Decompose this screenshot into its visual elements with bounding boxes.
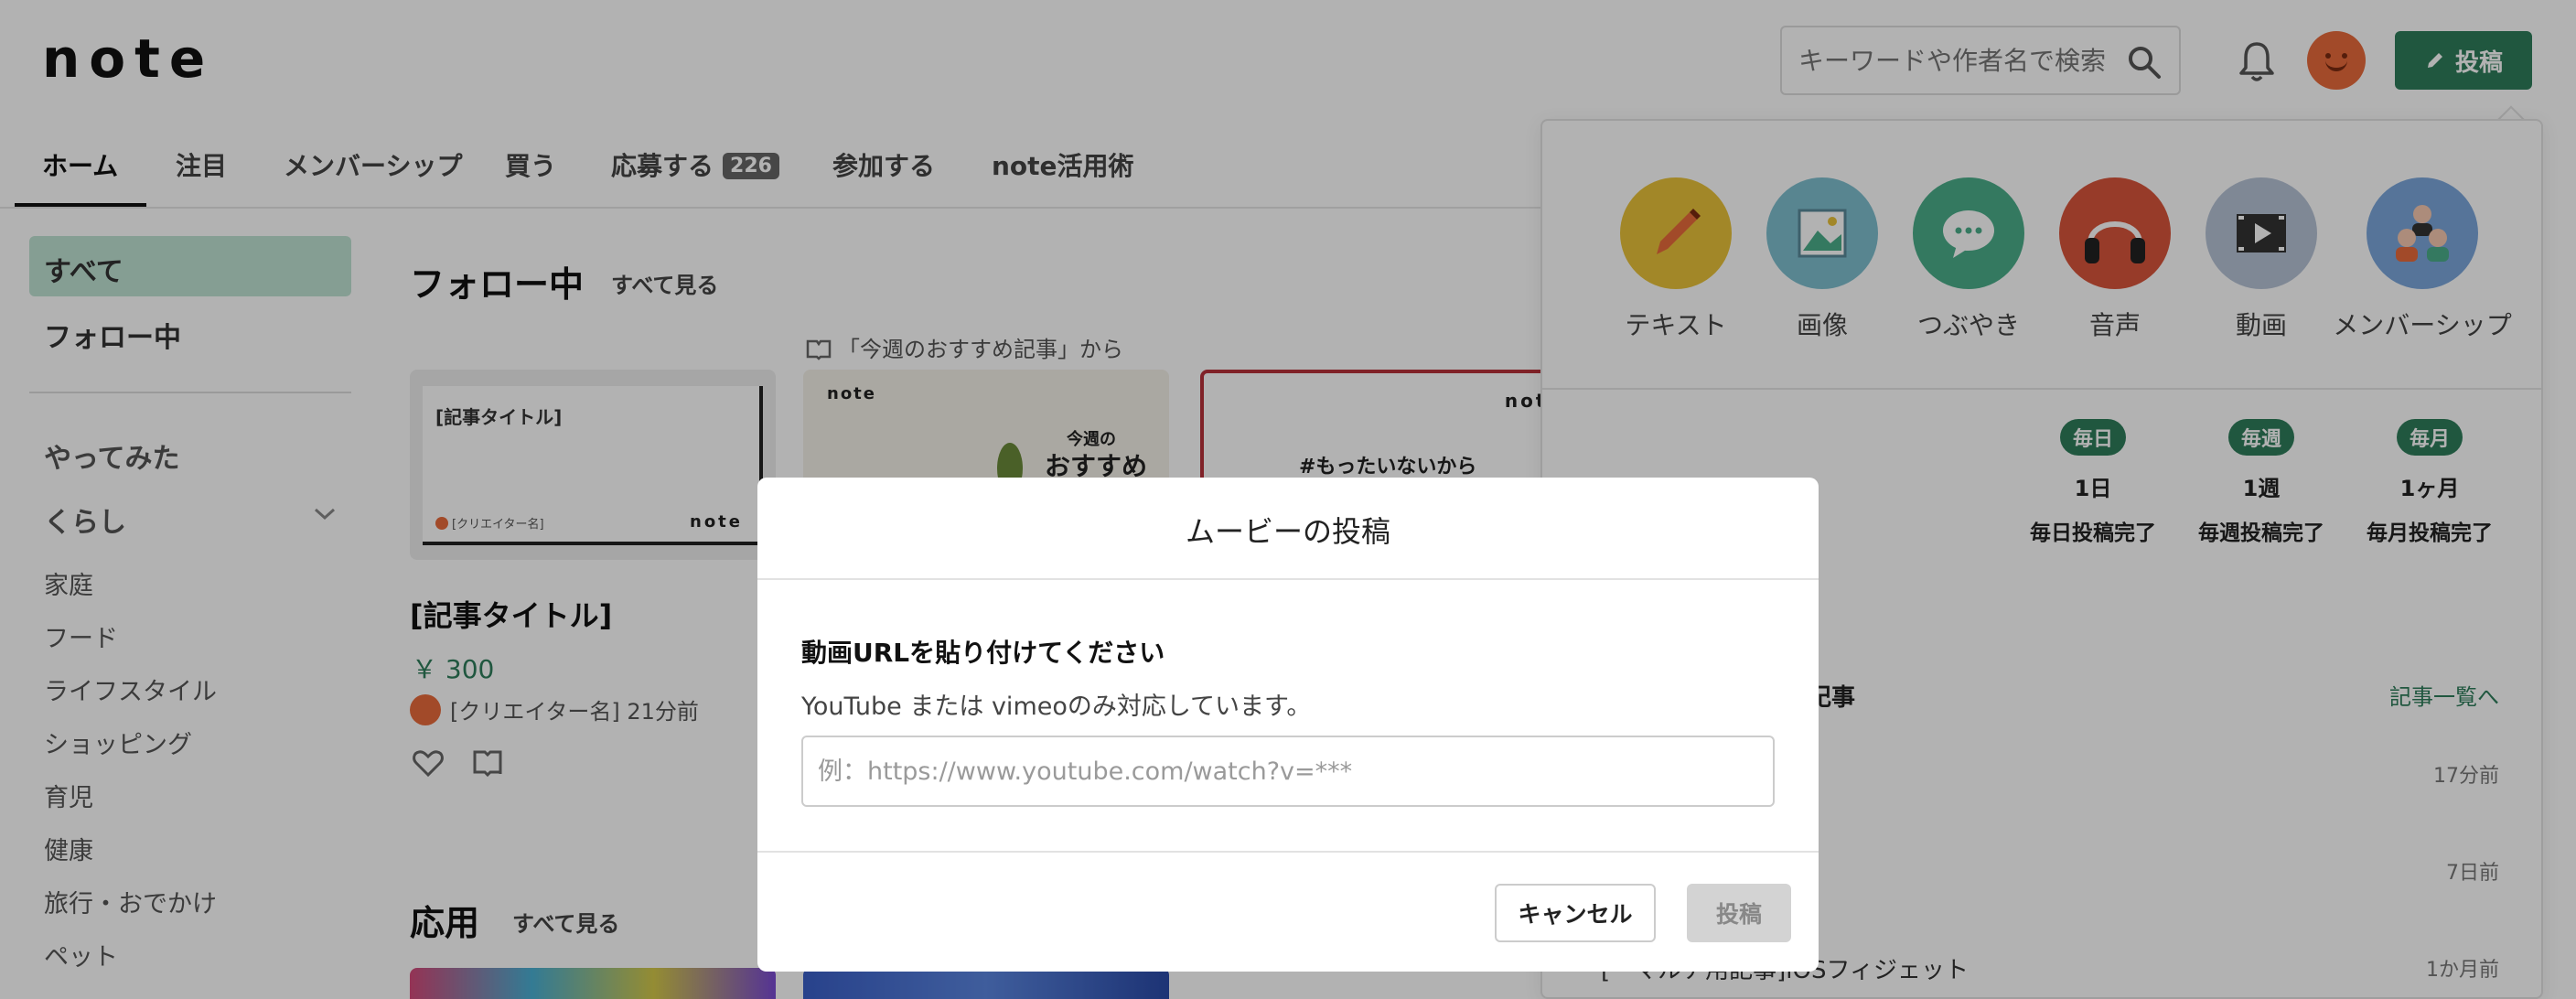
modal-title: ムービーの投稿 (1185, 514, 1390, 549)
submit-post-button[interactable]: 投稿 (1687, 884, 1791, 942)
movie-post-modal: ムービーの投稿 動画URLを貼り付けてください YouTube または vime… (757, 478, 1819, 972)
modal-support-note: YouTube または vimeoのみ対応しています。 (801, 693, 1312, 721)
video-url-input[interactable] (801, 736, 1775, 807)
page: note 投稿 ホーム 注目 メンバーシップ 買う (0, 0, 2576, 999)
modal-header-divider (757, 578, 1819, 580)
cancel-button[interactable]: キャンセル (1495, 884, 1656, 942)
modal-heading: 動画URLを貼り付けてください (801, 638, 1165, 668)
modal-footer-divider (757, 851, 1819, 853)
